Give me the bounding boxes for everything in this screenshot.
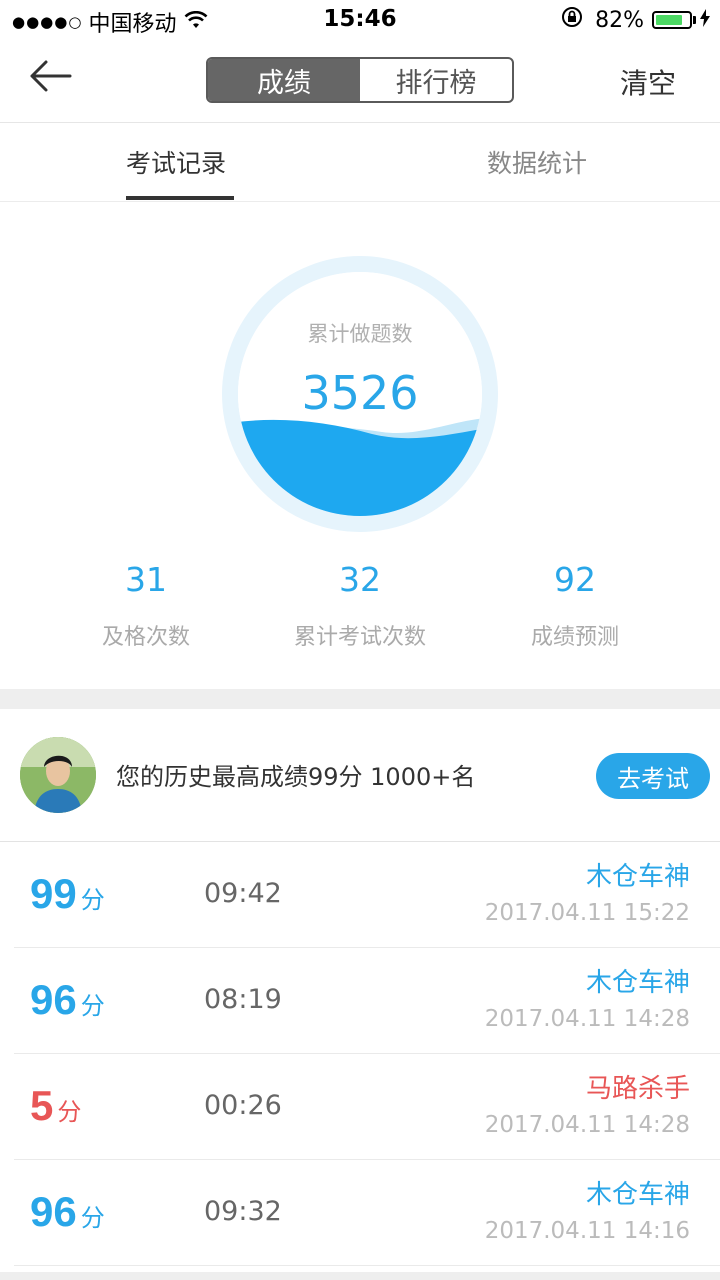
segmented-control: 成绩 排行榜 <box>206 57 514 103</box>
record-duration: 09:32 <box>204 1196 282 1227</box>
record-duration: 00:26 <box>204 1090 282 1121</box>
record-title: 马路杀手 <box>585 1074 690 1104</box>
nav-bar: 成绩 排行榜 清空 <box>0 40 720 123</box>
stat-label: 及格次数 <box>101 625 190 650</box>
record-title: 木仓车神 <box>585 1180 690 1210</box>
arrow-left-icon <box>30 60 72 92</box>
record-score-value: 99 <box>30 870 77 917</box>
stat-score-prediction: 92 成绩预测 <box>465 560 685 651</box>
record-score-value: 96 <box>30 1188 77 1235</box>
record-score: 5分 <box>30 1082 81 1130</box>
record-date: 2017.04.11 14:28 <box>484 1006 690 1032</box>
record-score-unit: 分 <box>57 1099 82 1126</box>
gauge-value: 3526 <box>301 366 419 420</box>
best-score-row: 您的历史最高成绩99分 1000+名 去考试 <box>0 709 720 842</box>
tab-active-indicator <box>126 196 234 200</box>
stat-exam-count: 32 累计考试次数 <box>250 560 470 651</box>
stat-label: 累计考试次数 <box>293 625 426 650</box>
record-score-unit: 分 <box>80 1205 105 1232</box>
stat-value: 31 <box>125 560 167 599</box>
record-score-unit: 分 <box>80 993 105 1020</box>
tab-bar: 考试记录 数据统计 <box>0 123 720 202</box>
rotation-lock-icon <box>561 6 583 34</box>
record-score: 96 分 <box>30 976 105 1024</box>
exam-record-row[interactable]: 99 分 09:42 木仓车神 2017.04.11 15:22 <box>14 842 720 948</box>
status-bar: ●●●●○ 中国移动 15:46 82% <box>0 0 720 40</box>
record-score-value: 5 <box>30 1082 54 1129</box>
stat-value: 32 <box>339 560 381 599</box>
exam-record-row[interactable]: 5分 00:26 马路杀手 2017.04.11 14:28 <box>14 1054 720 1160</box>
avatar <box>20 737 96 813</box>
record-duration: 09:42 <box>204 878 282 909</box>
stat-pass-count: 31 及格次数 <box>36 560 256 651</box>
battery-percent: 82% <box>595 7 644 33</box>
segment-scores[interactable]: 成绩 <box>208 59 360 101</box>
record-score-value: 96 <box>30 976 77 1023</box>
segment-ranking[interactable]: 排行榜 <box>360 59 512 101</box>
record-date: 2017.04.11 14:28 <box>484 1112 690 1138</box>
record-title: 木仓车神 <box>585 968 690 998</box>
record-score-unit: 分 <box>80 887 105 914</box>
start-exam-button[interactable]: 去考试 <box>596 753 710 799</box>
record-duration: 08:19 <box>204 984 282 1015</box>
record-score: 99 分 <box>30 870 105 918</box>
bottom-divider <box>0 1272 720 1280</box>
tab-exam-records[interactable]: 考试记录 <box>126 123 226 201</box>
tab-statistics[interactable]: 数据统计 <box>487 123 587 201</box>
stat-value: 92 <box>554 560 596 599</box>
battery-tip <box>693 16 696 24</box>
record-title: 木仓车神 <box>585 862 690 892</box>
gauge-label: 累计做题数 <box>307 322 413 346</box>
status-right: 82% <box>561 6 710 34</box>
best-score-text: 您的历史最高成绩99分 1000+名 <box>116 763 476 791</box>
exam-record-row[interactable]: 96 分 09:32 木仓车神 2017.04.11 14:16 <box>14 1160 720 1266</box>
back-button[interactable] <box>28 58 78 98</box>
charging-icon <box>700 9 710 31</box>
clear-button[interactable]: 清空 <box>620 62 676 102</box>
section-divider <box>0 689 720 709</box>
record-date: 2017.04.11 15:22 <box>484 900 690 926</box>
battery-icon <box>652 11 692 29</box>
battery-fill <box>656 15 683 25</box>
record-score: 96 分 <box>30 1188 105 1236</box>
record-date: 2017.04.11 14:16 <box>484 1218 690 1244</box>
exam-record-row[interactable]: 96 分 08:19 木仓车神 2017.04.11 14:28 <box>14 948 720 1054</box>
stat-label: 成绩预测 <box>530 625 619 650</box>
